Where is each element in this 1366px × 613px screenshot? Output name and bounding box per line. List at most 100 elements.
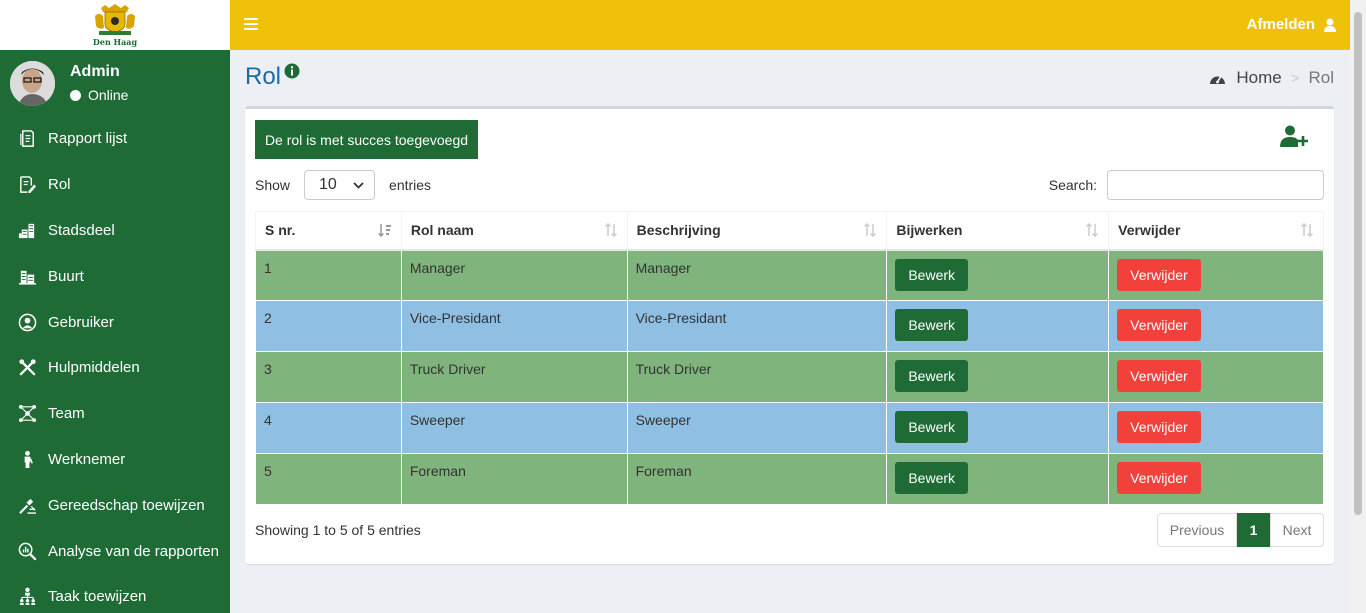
sidebar-item-gereedschap-toewijzen[interactable]: Gereedschap toewijzen: [0, 482, 230, 528]
page-title-text: Rol: [245, 63, 282, 90]
edit-document-icon: [17, 175, 37, 195]
cell-rol-naam: Foreman: [400, 453, 628, 505]
edit-button[interactable]: Bewerk: [895, 309, 969, 341]
show-label: Show: [255, 177, 291, 193]
assign-tools-icon: [17, 495, 37, 515]
breadcrumb: Home > Rol: [1209, 68, 1334, 88]
previous-page-button[interactable]: Previous: [1157, 513, 1237, 547]
sidebar-item-label: Hulpmiddelen: [48, 359, 140, 377]
sidebar: Den Haag Admin Online Rapport lijst Rol …: [0, 0, 230, 613]
delete-button[interactable]: Verwijder: [1117, 309, 1201, 341]
cell-nr: 4: [255, 402, 402, 454]
entries-per-page-value: 10: [319, 176, 337, 193]
sort-icon: [1300, 223, 1314, 237]
sidebar-item-rapport-lijst[interactable]: Rapport lijst: [0, 116, 230, 162]
sidebar-item-taak-toewijzen[interactable]: Taak toewijzen: [0, 574, 230, 613]
column-header-label: Bijwerken: [896, 222, 963, 239]
dashboard-icon: [1210, 75, 1226, 84]
logout-label: Afmelden: [1246, 16, 1315, 33]
sidebar-item-werknemer[interactable]: Werknemer: [0, 437, 230, 483]
table-row: 1 Manager Manager Bewerk Verwijder: [255, 249, 1324, 301]
search-input[interactable]: [1107, 170, 1324, 200]
table-row: 4 Sweeper Sweeper Bewerk Verwijder: [255, 402, 1324, 454]
user-status-label: Online: [88, 87, 129, 103]
next-page-button[interactable]: Next: [1270, 513, 1324, 547]
avatar[interactable]: [10, 60, 55, 106]
table-length-control: Show 10 entries: [255, 170, 431, 200]
cell-beschrijving: Truck Driver: [626, 351, 888, 403]
delete-button[interactable]: Verwijder: [1117, 360, 1201, 392]
edit-button[interactable]: Bewerk: [895, 258, 969, 291]
edit-button[interactable]: Bewerk: [895, 411, 969, 443]
table-header-row: S nr. Rol naam Beschrijving Bijwerken Ve…: [255, 211, 1324, 251]
breadcrumb-home-link[interactable]: Home: [1236, 68, 1281, 88]
cell-beschrijving: Vice-Presidant: [626, 300, 888, 352]
user-info: Admin Online: [70, 63, 128, 103]
sidebar-item-stadsdeel[interactable]: Stadsdeel: [0, 208, 230, 254]
worker-icon: [17, 449, 37, 469]
column-header-beschrijving[interactable]: Beschrijving: [626, 211, 888, 251]
page-1-button[interactable]: 1: [1237, 513, 1270, 547]
cell-nr: 3: [255, 351, 402, 403]
cell-rol-naam: Truck Driver: [400, 351, 628, 403]
user-circle-icon: [17, 312, 37, 332]
sidebar-item-hulpmiddelen[interactable]: Hulpmiddelen: [0, 345, 230, 391]
sidebar-item-label: Analyse van de rapporten: [48, 542, 219, 560]
cell-rol-naam: Vice-Presidant: [400, 300, 628, 352]
edit-button[interactable]: Bewerk: [895, 462, 969, 494]
sidebar-item-label: Rapport lijst: [48, 130, 128, 148]
sidebar-item-label: Gebruiker: [48, 313, 114, 331]
sidebar-item-rol[interactable]: Rol: [0, 162, 230, 208]
sidebar-item-label: Werknemer: [48, 450, 126, 468]
cell-verwijder: Verwijder: [1108, 300, 1324, 352]
online-status-dot-icon: [70, 89, 81, 101]
cell-bijwerken: Bewerk: [886, 300, 1110, 352]
sidebar-item-buurt[interactable]: Buurt: [0, 253, 230, 299]
search-label: Search:: [1048, 177, 1097, 193]
delete-button[interactable]: Verwijder: [1117, 258, 1201, 291]
hamburger-menu-icon[interactable]: [244, 18, 258, 30]
top-navbar: Afmelden: [230, 0, 1350, 50]
breadcrumb-separator: >: [1290, 69, 1300, 87]
tools-icon: [17, 358, 37, 378]
cell-beschrijving: Manager: [626, 249, 888, 301]
logout-button[interactable]: Afmelden: [1247, 16, 1336, 33]
sidebar-item-analyse-van-de-rapporten[interactable]: Analyse van de rapporten: [0, 528, 230, 574]
delete-button[interactable]: Verwijder: [1117, 411, 1201, 443]
sort-icon: [864, 223, 877, 237]
logo[interactable]: Den Haag: [0, 0, 230, 50]
column-header-bijwerken[interactable]: Bijwerken: [886, 211, 1110, 251]
column-header-label: Rol naam: [410, 222, 474, 239]
user-icon: [1324, 18, 1336, 32]
sort-ascending-icon: [377, 224, 391, 237]
info-icon[interactable]: [284, 63, 300, 79]
sort-icon: [604, 223, 617, 237]
cell-rol-naam: Sweeper: [400, 402, 628, 454]
cell-bijwerken: Bewerk: [886, 453, 1110, 505]
add-role-button[interactable]: [1280, 125, 1309, 152]
logo-text: Den Haag: [92, 36, 138, 47]
column-header-rol-naam[interactable]: Rol naam: [400, 211, 628, 251]
delete-button[interactable]: Verwijder: [1117, 462, 1201, 494]
cell-bijwerken: Bewerk: [886, 249, 1110, 301]
entries-label: entries: [389, 177, 432, 193]
column-header-s-nr[interactable]: S nr.: [255, 211, 402, 251]
scrollbar-thumb[interactable]: [1354, 12, 1362, 515]
entries-per-page-select[interactable]: 10: [304, 170, 376, 200]
cell-nr: 1: [255, 249, 402, 301]
sidebar-item-gebruiker[interactable]: Gebruiker: [0, 299, 230, 345]
report-icon: [17, 129, 37, 149]
sidebar-item-label: Team: [48, 405, 85, 423]
sidebar-item-team[interactable]: Team: [0, 391, 230, 437]
pagination: Previous 1 Next: [1157, 513, 1324, 547]
cell-beschrijving: Foreman: [626, 453, 888, 505]
team-icon: [17, 404, 37, 424]
cell-rol-naam: Manager: [400, 249, 628, 301]
edit-button[interactable]: Bewerk: [895, 360, 969, 392]
column-header-verwijder[interactable]: Verwijder: [1108, 211, 1324, 251]
city-icon: [17, 220, 37, 240]
vertical-scrollbar[interactable]: [1350, 0, 1366, 613]
cell-verwijder: Verwijder: [1108, 351, 1324, 403]
user-photo-icon: [10, 60, 55, 106]
table-info: Showing 1 to 5 of 5 entries: [255, 522, 421, 538]
